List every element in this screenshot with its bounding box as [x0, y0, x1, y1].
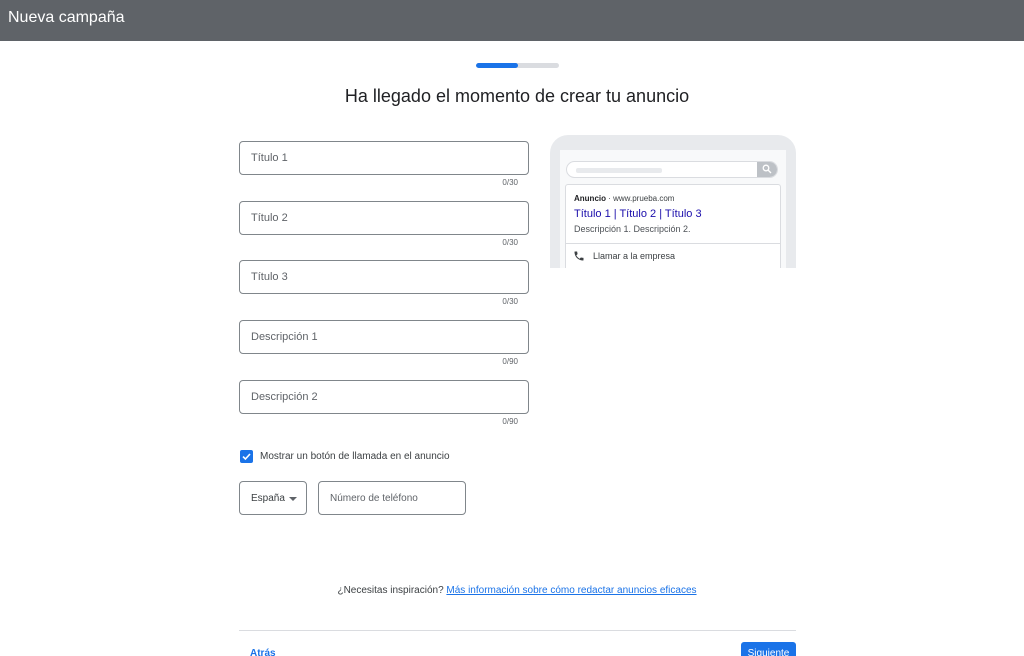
- ad-preview-title: Título 1 | Título 2 | Título 3: [574, 208, 702, 220]
- description-1-counter: 0/90: [502, 357, 518, 366]
- headline-2-field[interactable]: [239, 201, 529, 235]
- footer-divider: [239, 630, 796, 631]
- country-select[interactable]: España: [239, 481, 307, 515]
- headline-1-field[interactable]: [239, 141, 529, 175]
- page-title: Ha llegado el momento de crear tu anunci…: [344, 86, 690, 106]
- top-bar: Nueva campaña: [0, 0, 1024, 41]
- ad-preview-divider: [566, 243, 780, 244]
- headline-1-counter: 0/30: [502, 178, 518, 187]
- page-header-title: Nueva campaña: [8, 9, 125, 26]
- headline-3-counter: 0/30: [502, 297, 518, 306]
- ad-preview-meta: Anuncio · www.prueba.com: [574, 194, 674, 203]
- headline-1-input[interactable]: [251, 142, 521, 174]
- phone-icon: [574, 251, 584, 261]
- inspiration-prompt: ¿Necesitas inspiración?: [337, 585, 447, 596]
- preview-search-button: [757, 162, 777, 177]
- phone-number-input[interactable]: [330, 482, 460, 514]
- headline-3-input[interactable]: [251, 261, 521, 293]
- search-icon: [762, 164, 772, 174]
- description-2-counter: 0/90: [502, 417, 518, 426]
- description-2-input[interactable]: [251, 381, 521, 413]
- progress-bar-fill: [476, 63, 518, 68]
- ad-preview-phone: Anuncio · www.prueba.com Título 1 | Títu…: [550, 135, 796, 268]
- progress-bar: [476, 63, 559, 68]
- description-1-input[interactable]: [251, 321, 521, 353]
- check-icon: [242, 453, 251, 461]
- ad-preview-card: Anuncio · www.prueba.com Título 1 | Títu…: [565, 184, 781, 268]
- preview-search-bar: [566, 161, 778, 178]
- next-button[interactable]: Siguiente: [741, 642, 796, 656]
- back-button[interactable]: Atrás: [250, 648, 276, 656]
- headline-2-input[interactable]: [251, 202, 521, 234]
- ad-preview-label: Anuncio: [574, 194, 606, 203]
- inspiration-text: ¿Necesitas inspiración? Más información …: [0, 585, 1024, 596]
- headline-2-counter: 0/30: [502, 238, 518, 247]
- chevron-down-icon: [289, 497, 297, 501]
- ad-preview-description: Descripción 1. Descripción 2.: [574, 224, 691, 234]
- call-button-checkbox[interactable]: [240, 450, 253, 463]
- ad-preview-url: · www.prueba.com: [606, 194, 675, 203]
- ad-preview-screen: Anuncio · www.prueba.com Título 1 | Títu…: [560, 150, 786, 268]
- inspiration-link[interactable]: Más información sobre cómo redactar anun…: [446, 585, 696, 596]
- country-select-value: España: [251, 493, 285, 504]
- headline-3-field[interactable]: [239, 260, 529, 294]
- preview-search-placeholder: [576, 168, 662, 173]
- phone-number-field[interactable]: [318, 481, 466, 515]
- description-1-field[interactable]: [239, 320, 529, 354]
- description-2-field[interactable]: [239, 380, 529, 414]
- call-button-checkbox-label: Mostrar un botón de llamada en el anunci…: [260, 451, 450, 462]
- ad-preview-call-label: Llamar a la empresa: [593, 251, 676, 261]
